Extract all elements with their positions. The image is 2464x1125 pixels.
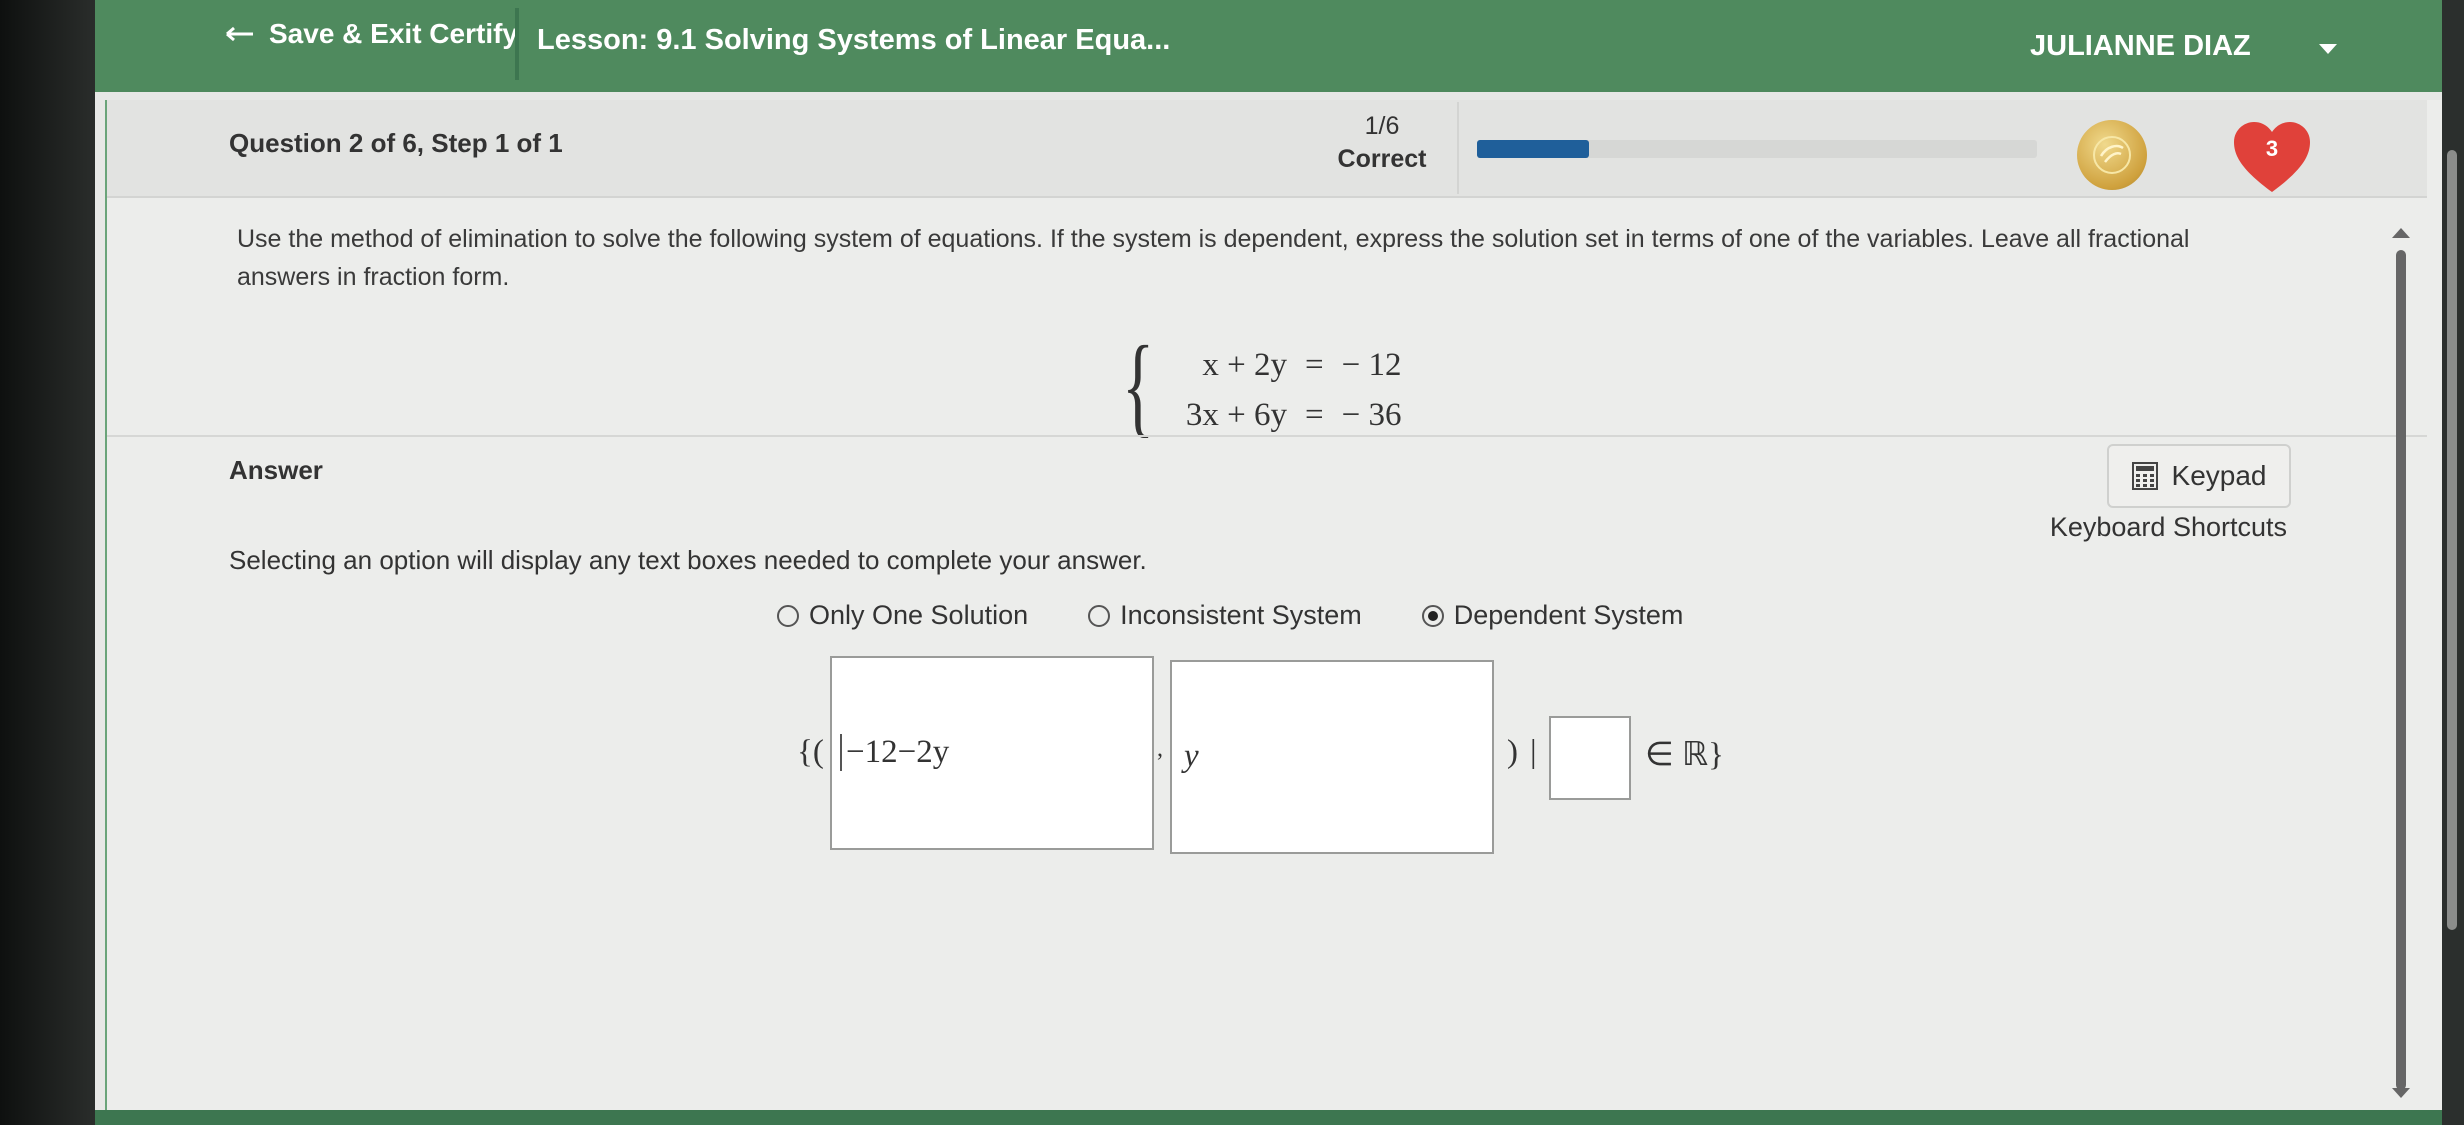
- question-header: Question 2 of 6, Step 1 of 1 1/6 Correct…: [107, 100, 2427, 198]
- main-page: Question 2 of 6, Step 1 of 1 1/6 Correct…: [95, 92, 2442, 1125]
- section-divider: [107, 435, 2427, 437]
- radio-button[interactable]: [1088, 604, 1111, 627]
- set-open-brace: {(: [797, 734, 824, 770]
- score-status: Correct: [1337, 145, 1427, 173]
- set-close: ∈ ℝ}: [1645, 737, 1724, 773]
- option-label: Only One Solution: [809, 600, 1029, 630]
- coin-icon[interactable]: [2077, 120, 2147, 190]
- bottom-bar: [95, 1110, 2442, 1125]
- equation-rhs: − 12: [1341, 346, 1402, 383]
- equation-row: x + 2y = − 12: [1162, 340, 1457, 390]
- scrollbar-thumb[interactable]: [2396, 250, 2406, 1090]
- equation-lhs: x + 2y: [1202, 346, 1287, 383]
- option-label: Dependent System: [1453, 600, 1684, 630]
- x-expression-input[interactable]: −12−2y: [830, 656, 1154, 850]
- score-display: 1/6 Correct: [1317, 112, 1447, 174]
- chevron-down-icon[interactable]: [2319, 44, 2337, 54]
- save-exit-button[interactable]: Save & Exit Certify: [225, 18, 518, 50]
- solution-type-options: Only One Solution Inconsistent System De…: [777, 600, 1743, 631]
- top-bar: Save & Exit Certify Lesson: 9.1 Solving …: [95, 0, 2442, 92]
- panel-scrollbar[interactable]: [2387, 228, 2417, 1108]
- radio-button[interactable]: [777, 604, 799, 627]
- equation-lhs: 3x + 6y: [1185, 396, 1287, 433]
- user-name[interactable]: JULIANNE DIAZ: [2030, 30, 2251, 63]
- equation-rel: =: [1305, 396, 1324, 433]
- save-exit-label: Save & Exit Certify: [269, 18, 518, 49]
- such-that-bar: |: [1530, 734, 1537, 770]
- heart-icon: 3: [2232, 122, 2312, 194]
- score-fraction: 1/6: [1364, 112, 1400, 140]
- left-brace-icon: {: [1122, 324, 1155, 448]
- equation-rhs: − 36: [1341, 396, 1402, 433]
- arrow-left-icon: [226, 26, 253, 42]
- radio-button-selected[interactable]: [1421, 604, 1444, 627]
- answer-heading: Answer: [229, 455, 323, 485]
- progress-bar-fill: [1477, 140, 1589, 158]
- question-prompt: Use the method of elimination to solve t…: [237, 225, 2190, 291]
- equation-row: 3x + 6y = − 36: [1162, 390, 1457, 440]
- keypad-button[interactable]: Keypad: [2107, 444, 2291, 508]
- lesson-title: Lesson: 9.1 Solving Systems of Linear Eq…: [537, 24, 1171, 56]
- comma-separator: ,: [1157, 736, 1163, 762]
- scroll-up-icon[interactable]: [2392, 228, 2410, 238]
- y-expression-value: y: [1184, 738, 1199, 774]
- close-paren: ): [1507, 734, 1518, 770]
- scroll-down-icon[interactable]: [2392, 1088, 2410, 1098]
- header-divider: [1457, 102, 1459, 194]
- y-expression-input[interactable]: y: [1170, 660, 1494, 854]
- equation-rel: =: [1305, 346, 1324, 383]
- progress-bar: [1477, 140, 2037, 158]
- option-only-one-solution[interactable]: Only One Solution: [777, 600, 1028, 631]
- option-inconsistent-system[interactable]: Inconsistent System: [1088, 600, 1362, 631]
- screen-bezel-left: [0, 0, 95, 1125]
- keyboard-shortcuts-link[interactable]: Keyboard Shortcuts: [2047, 512, 2287, 543]
- option-dependent-system[interactable]: Dependent System: [1421, 600, 1684, 631]
- page-scrollbar[interactable]: [2447, 150, 2457, 930]
- select-instruction: Selecting an option will display any tex…: [229, 545, 1147, 575]
- keypad-label: Keypad: [2171, 460, 2267, 491]
- solution-set-input: {( −12−2y , y ) | ∈ ℝ}: [797, 656, 1917, 856]
- equation-list: x + 2y = − 12 3x + 6y = − 36: [1162, 340, 1457, 440]
- calculator-icon: [2131, 462, 2158, 490]
- x-expression-value: −12−2y: [840, 734, 949, 771]
- option-label: Inconsistent System: [1120, 600, 1362, 630]
- question-title: Question 2 of 6, Step 1 of 1: [229, 128, 563, 158]
- question-panel: Question 2 of 6, Step 1 of 1 1/6 Correct…: [105, 100, 2442, 1110]
- variable-domain-input[interactable]: [1549, 716, 1631, 800]
- topbar-divider: [515, 8, 519, 80]
- hearts-count: 3: [2265, 136, 2279, 161]
